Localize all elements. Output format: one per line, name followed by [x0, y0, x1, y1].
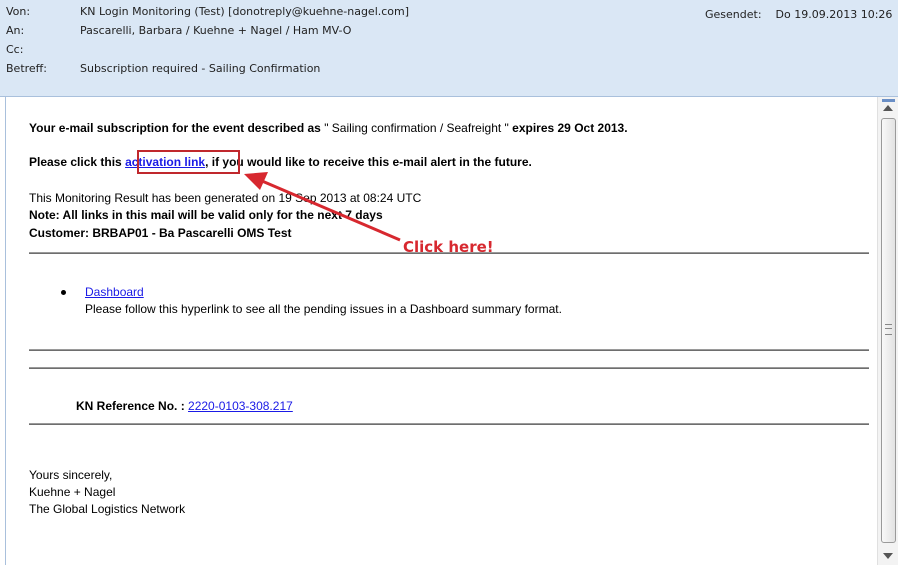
- scroll-down-arrow-icon[interactable]: [883, 553, 893, 559]
- red-arrow-annotation: [244, 172, 401, 242]
- scrollbar-thumb[interactable]: [881, 118, 896, 543]
- click-here-annotation: Click here!: [403, 238, 494, 256]
- scrollbar-grip-icon: [885, 324, 892, 335]
- vertical-scrollbar[interactable]: [877, 97, 898, 565]
- scrollbar-split-handle[interactable]: [882, 99, 895, 102]
- arrow-shaft: [261, 179, 401, 242]
- scroll-up-arrow-icon[interactable]: [883, 105, 893, 111]
